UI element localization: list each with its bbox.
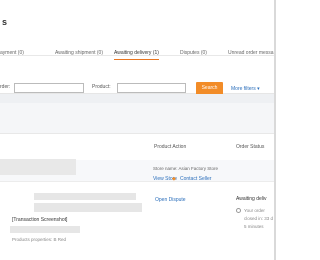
product-properties: Products properties: B Red [12,237,67,242]
chat-icon: ◆ [172,176,176,182]
timer-line: closed in: 33 d [244,216,274,221]
orders-header-panel: s ayment (0) Awaiting shipment (0) Await… [0,0,276,95]
order-filter-label: rder: [0,84,11,90]
tab-awaiting-delivery[interactable]: Awaiting delivery (1) [114,50,159,60]
timer-line: Your order [244,208,265,213]
order-status: Awaiting deliv [236,196,267,202]
open-dispute-link[interactable]: Open Dispute [155,197,186,203]
product-input[interactable] [117,83,186,93]
order-status-header: Order Status [236,144,265,150]
order-info-redacted [0,159,76,175]
product-filter-label: Product: [92,84,111,90]
product-action-header: Product Action [154,144,187,150]
order-tabs: ayment (0) Awaiting shipment (0) Awaitin… [0,41,276,60]
tab-disputes[interactable]: Disputes (0) [180,50,207,56]
more-filters-link[interactable]: More filters ▾ [231,86,260,92]
product-title-redacted [10,226,80,233]
section-gap [0,94,276,103]
clock-icon [236,208,241,213]
transaction-screenshot-tag[interactable]: [Transaction Screenshot] [12,217,67,223]
table-header [0,103,276,134]
scrollbar[interactable] [274,0,276,260]
store-name: Store name: Asian Factory Store [153,166,219,171]
order-number-input[interactable] [14,83,84,93]
contact-seller-link[interactable]: Contact Seller [180,176,211,182]
timer-line: 5 minutes [244,224,264,229]
tab-unread-messages[interactable]: Unread order messa [228,50,274,56]
active-tab-underline [114,59,159,60]
product-title-redacted [34,203,142,212]
auto-close-timer: Your order closed in: 33 d 5 minutes [234,205,278,233]
tab-awaiting-payment[interactable]: ayment (0) [0,50,24,56]
page-title: s [2,17,8,27]
product-title-redacted [34,193,136,200]
tab-awaiting-shipment[interactable]: Awaiting shipment (0) [55,50,103,56]
